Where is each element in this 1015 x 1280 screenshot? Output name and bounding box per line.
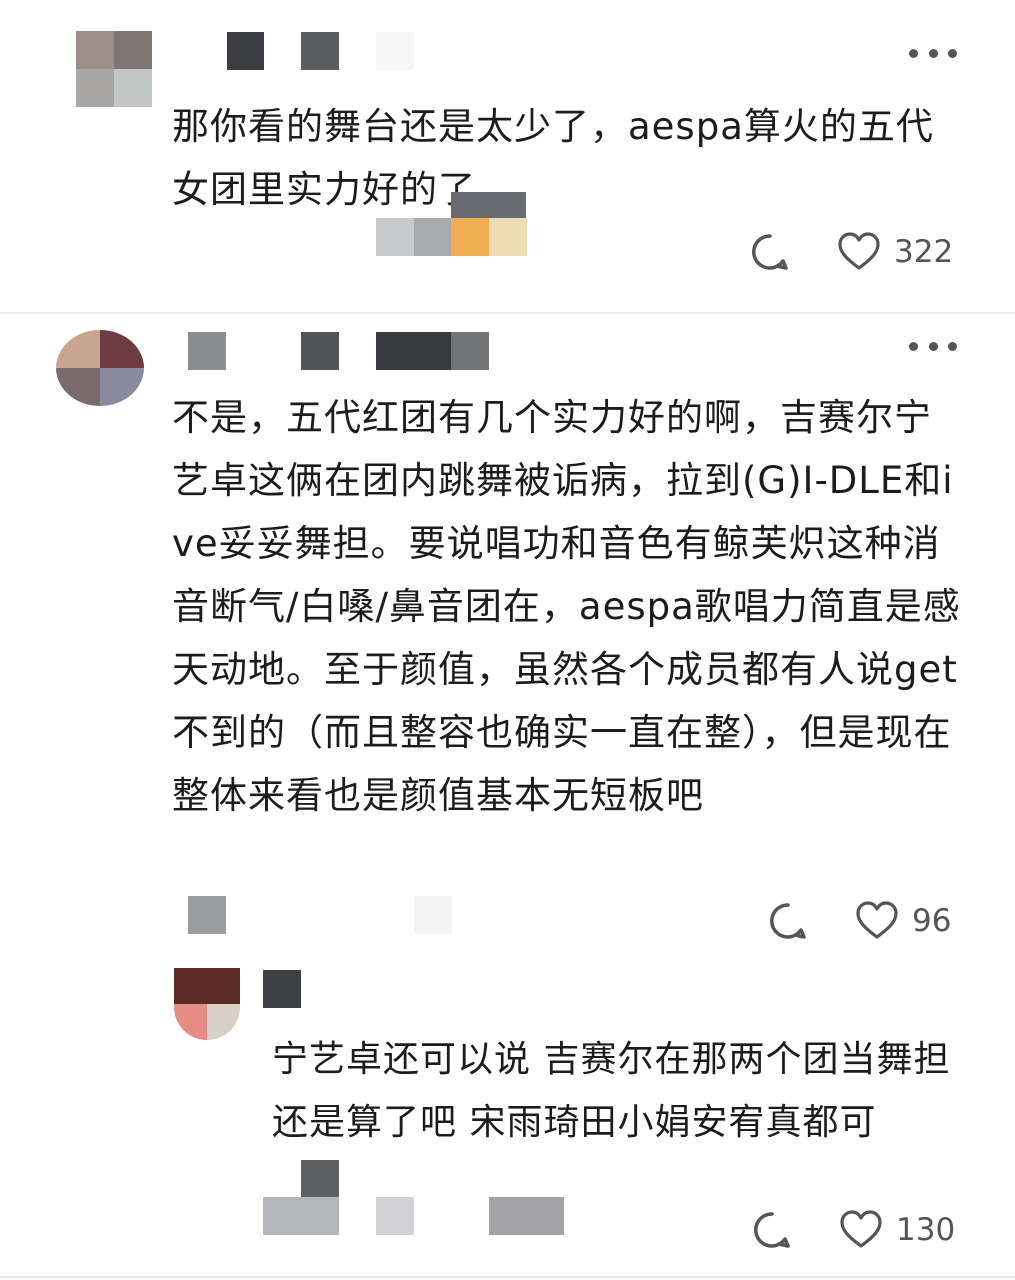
divider: [0, 1276, 1015, 1278]
avatar[interactable]: [174, 968, 240, 1040]
like-count: 130: [896, 1212, 956, 1248]
comment-text: 宁艺卓还可以说 吉赛尔在那两个团当舞担还是算了吧 宋雨琦田小娟安宥真都可: [272, 1039, 951, 1143]
heart-outline-icon[interactable]: [840, 1210, 882, 1250]
reply-1: 宁艺卓还可以说 吉赛尔在那两个团当舞担还是算了吧 宋雨琦田小娟安宥真都可 130: [0, 0, 1015, 1280]
comment-bubble-icon[interactable]: [752, 1210, 792, 1250]
comment-actions: 130: [752, 1210, 955, 1250]
